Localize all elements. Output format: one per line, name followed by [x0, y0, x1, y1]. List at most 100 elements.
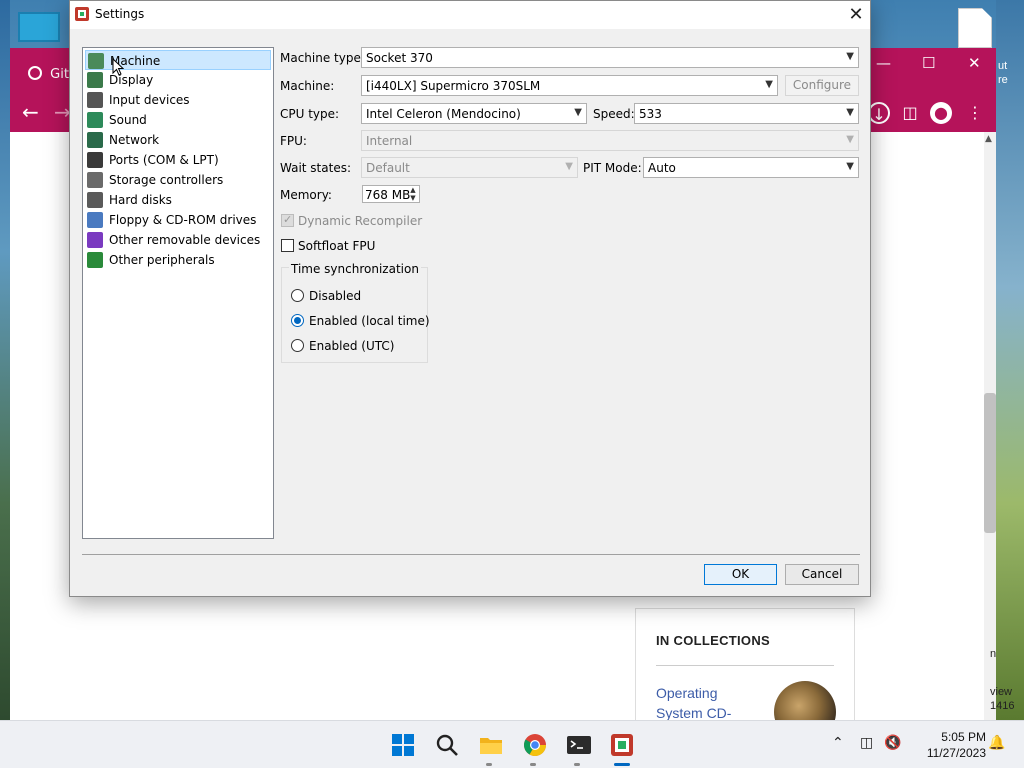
memory-spinbox[interactable]: 768 MB ▲ ▼	[362, 185, 420, 203]
cpu-type-value: Intel Celeron (Mendocino)	[366, 107, 521, 121]
machine-type-label: Machine type:	[280, 51, 365, 65]
running-app-indicator	[530, 763, 536, 766]
volume-muted-icon[interactable]: 🔇	[884, 735, 901, 751]
github-icon	[28, 66, 42, 80]
chevron-down-icon: ▼	[574, 107, 582, 118]
machine-value: [i440LX] Supermicro 370SLM	[366, 79, 541, 93]
spin-arrows-icon[interactable]: ▲ ▼	[408, 186, 418, 202]
tree-item-network[interactable]: Network	[85, 130, 271, 150]
display-icon	[87, 72, 103, 88]
search-icon[interactable]	[434, 732, 460, 758]
chevron-down-icon: ▼	[846, 134, 854, 145]
removable-devices-icon	[87, 232, 103, 248]
file-explorer-icon[interactable]	[478, 732, 504, 758]
tree-item-label: Other removable devices	[109, 233, 261, 247]
cancel-button[interactable]: Cancel	[785, 564, 859, 585]
clock-date: 11/27/2023	[926, 746, 986, 760]
profile-icon[interactable]: ●	[930, 102, 952, 124]
settings-dialog: Settings ✕ Machine Display Input devices So…	[69, 0, 871, 597]
speed-select[interactable]: 533 ▼	[634, 103, 859, 124]
browser-scrollbar-thumb[interactable]	[984, 393, 996, 533]
notification-bell-icon[interactable]: 🔔	[988, 735, 1005, 751]
dynamic-recompiler-checkbox[interactable]	[281, 213, 294, 227]
fpu-value: Internal	[366, 134, 413, 148]
wait-states-value: Default	[366, 161, 410, 175]
network-icon	[87, 132, 103, 148]
input-devices-icon	[87, 92, 103, 108]
tree-item-other-peripherals[interactable]: Other peripherals	[85, 250, 271, 270]
partial-text: re	[998, 74, 1008, 86]
time-sync-local-label: Enabled (local time)	[309, 314, 430, 328]
running-app-indicator	[574, 763, 580, 766]
tree-item-floppy-cd-rom-drives[interactable]: Floppy & CD-ROM drives	[85, 210, 271, 230]
chevron-up-icon[interactable]: ⌃	[832, 735, 844, 751]
chevron-down-icon: ▼	[846, 107, 854, 118]
settings-category-tree[interactable]: Machine Display Input devices Sound Network P…	[82, 47, 274, 539]
tree-item-hard-disks[interactable]: Hard disks	[85, 190, 271, 210]
menu-icon[interactable]: ⋮	[964, 102, 986, 124]
back-arrow-icon[interactable]: ←	[22, 100, 39, 124]
scroll-up-icon[interactable]: ▲	[985, 134, 992, 144]
desktop-folder-icon[interactable]	[18, 12, 60, 42]
sound-icon	[87, 112, 103, 128]
tree-item-label: Sound	[109, 113, 147, 127]
chevron-down-icon: ▼	[565, 161, 573, 172]
tree-item-sound[interactable]: Sound	[85, 110, 271, 130]
tree-item-ports-com-lpt[interactable]: Ports (COM & LPT)	[85, 150, 271, 170]
chrome-icon[interactable]	[522, 732, 548, 758]
download-icon[interactable]: ↓	[868, 102, 890, 124]
wait-states-label: Wait states:	[280, 161, 351, 175]
tree-item-label: Storage controllers	[109, 173, 224, 187]
time-sync-utc-radio[interactable]	[291, 339, 304, 352]
86box-icon[interactable]	[609, 732, 635, 758]
running-app-indicator	[486, 763, 492, 766]
machine-select[interactable]: [i440LX] Supermicro 370SLM ▼	[361, 75, 778, 96]
pit-mode-select[interactable]: Auto ▼	[643, 157, 859, 178]
close-icon[interactable]: ✕	[968, 54, 981, 72]
tree-item-label: Network	[109, 133, 160, 147]
memory-label: Memory:	[280, 188, 332, 202]
desktop-document-icon[interactable]	[958, 8, 992, 48]
speed-value: 533	[639, 107, 662, 121]
tree-item-label: Ports (COM & LPT)	[109, 153, 219, 167]
terminal-icon[interactable]	[566, 732, 592, 758]
tree-item-label: Hard disks	[109, 193, 172, 207]
minimize-icon[interactable]: —	[876, 54, 891, 72]
speed-label: Speed:	[593, 107, 635, 121]
maximize-icon[interactable]: ☐	[922, 54, 935, 72]
hard-disks-icon	[87, 192, 103, 208]
close-icon[interactable]: ✕	[844, 3, 868, 27]
dynamic-recompiler-label: Dynamic Recompiler	[298, 214, 423, 228]
collection-link[interactable]: Operating System CD-	[656, 683, 756, 723]
wait-states-select[interactable]: Default ▼	[361, 157, 578, 178]
storage-controllers-icon	[87, 172, 103, 188]
divider	[656, 665, 834, 666]
time-sync-local-radio[interactable]	[291, 314, 304, 327]
ok-button[interactable]: OK	[704, 564, 777, 585]
tree-item-input-devices[interactable]: Input devices	[85, 90, 271, 110]
sidebar-icon[interactable]: ◫	[899, 102, 921, 124]
memory-value: 768 MB	[365, 188, 411, 202]
fpu-select[interactable]: Internal ▼	[361, 130, 859, 151]
tree-item-label: Floppy & CD-ROM drives	[109, 213, 257, 227]
chevron-down-icon: ▼	[846, 161, 854, 172]
tree-item-other-removable-devices[interactable]: Other removable devices	[85, 230, 271, 250]
softfloat-fpu-checkbox[interactable]	[281, 239, 294, 252]
partial-text: n	[990, 648, 997, 660]
configure-button[interactable]: Configure	[785, 75, 859, 96]
tree-item-storage-controllers[interactable]: Storage controllers	[85, 170, 271, 190]
dialog-title-bar[interactable]: Settings ✕	[70, 1, 870, 29]
dialog-title: Settings	[95, 7, 145, 21]
cpu-type-label: CPU type:	[280, 107, 340, 121]
time-sync-disabled-label: Disabled	[309, 289, 362, 303]
time-sync-title: Time synchronization	[289, 262, 421, 276]
time-sync-disabled-radio[interactable]	[291, 289, 304, 302]
cpu-type-select[interactable]: Intel Celeron (Mendocino) ▼	[361, 103, 587, 124]
machine-icon	[88, 53, 104, 69]
in-collections-card: IN COLLECTIONS Operating System CD-	[635, 608, 855, 743]
display-icon[interactable]: ◫	[860, 735, 873, 751]
system-clock[interactable]: 5:05 PM 11/27/2023	[914, 729, 986, 761]
machine-type-select[interactable]: Socket 370 ▼	[361, 47, 859, 68]
start-icon[interactable]	[390, 732, 416, 758]
chevron-down-icon: ▼	[765, 79, 773, 90]
